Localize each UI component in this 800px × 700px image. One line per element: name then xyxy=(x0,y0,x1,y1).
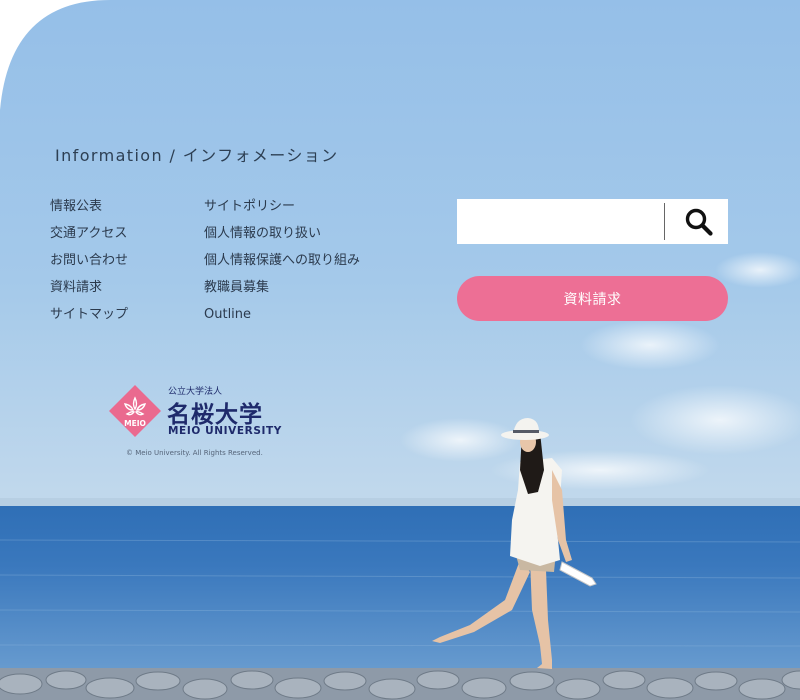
copyright-text: © Meio University. All Rights Reserved. xyxy=(126,449,263,457)
background-photo xyxy=(0,0,800,700)
footer-links-left: 情報公表 交通アクセス お問い合わせ 資料請求 サイトマップ xyxy=(50,198,128,333)
search-button[interactable] xyxy=(669,199,728,244)
search-divider xyxy=(664,203,665,240)
search-input[interactable] xyxy=(457,199,657,244)
link-privacy-protection[interactable]: 個人情報保護への取り組み xyxy=(204,252,360,279)
link-privacy-handling[interactable]: 個人情報の取り扱い xyxy=(204,225,360,252)
footer-section: Information / インフォメーション 情報公表 交通アクセス お問い合… xyxy=(0,0,800,700)
link-site-policy[interactable]: サイトポリシー xyxy=(204,198,360,225)
university-logo[interactable]: MEIO 公立大学法人 名桜大学 MEIO UNIVERSITY xyxy=(107,382,287,442)
search-box xyxy=(457,199,728,244)
information-heading: Information / インフォメーション xyxy=(55,146,339,165)
cherry-blossom-emblem-icon: MEIO xyxy=(109,385,161,437)
brochure-request-button[interactable]: 資料請求 xyxy=(457,276,728,321)
link-access[interactable]: 交通アクセス xyxy=(50,225,128,252)
emblem-text: MEIO xyxy=(124,419,146,428)
link-staff-recruitment[interactable]: 教職員募集 xyxy=(204,279,360,306)
link-information-disclosure[interactable]: 情報公表 xyxy=(50,198,128,225)
logo-english-name: MEIO UNIVERSITY xyxy=(168,425,282,437)
logo-university-name: 名桜大学 xyxy=(167,401,263,428)
footer-links-right: サイトポリシー 個人情報の取り扱い 個人情報保護への取り組み 教職員募集 Out… xyxy=(204,198,360,333)
link-sitemap[interactable]: サイトマップ xyxy=(50,306,128,333)
search-icon xyxy=(685,208,713,236)
link-outline[interactable]: Outline xyxy=(204,306,360,333)
link-brochure-request[interactable]: 資料請求 xyxy=(50,279,128,306)
link-contact[interactable]: お問い合わせ xyxy=(50,252,128,279)
